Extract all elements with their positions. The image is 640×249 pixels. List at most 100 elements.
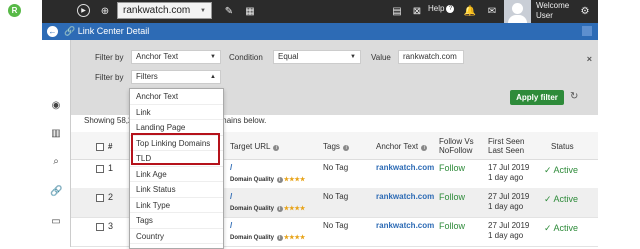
gear-icon[interactable]: ⚙ — [578, 4, 592, 18]
col-status[interactable]: Status — [551, 142, 574, 151]
rating-stars: ★★★★ — [283, 177, 306, 183]
first-seen-date: 27 Jul 2019 — [488, 192, 530, 201]
domain-select-value: rankwatch.com — [123, 5, 191, 16]
bell-icon[interactable]: 🔔 — [463, 4, 477, 18]
condition-select[interactable]: Equal ▼ — [273, 50, 361, 64]
follow-value: Follow — [439, 192, 466, 202]
refresh-icon[interactable]: ↻ — [570, 91, 578, 102]
col-follow[interactable]: Follow Vs NoFollow — [439, 137, 474, 155]
close-box-icon[interactable]: ⊠ — [410, 4, 424, 18]
globe-icon[interactable]: ⊕ — [98, 4, 112, 18]
info-icon: i — [421, 145, 428, 151]
filters-select-value: Filters — [136, 72, 158, 81]
results-summary-left: Showing 58,2 — [84, 116, 133, 125]
col-anchor-text[interactable]: Anchor Text i — [376, 142, 428, 151]
info-icon: i — [276, 206, 283, 212]
anchor-text-link[interactable]: rankwatch.com — [376, 163, 434, 172]
dropdown-option[interactable]: Country — [130, 229, 223, 244]
mail-icon[interactable]: ✉ — [485, 4, 499, 18]
value-label: Value — [371, 53, 391, 62]
chevron-up-icon: ▲ — [210, 74, 216, 80]
app-logo: R — [8, 4, 21, 17]
back-arrow-icon[interactable]: ← — [47, 26, 58, 37]
highlight-box — [131, 133, 220, 165]
col-seen-line2: Last Seen — [488, 146, 525, 155]
row-checkbox[interactable] — [96, 165, 104, 173]
col-target-url[interactable]: Target URL i — [230, 142, 280, 151]
status-text: Active — [553, 194, 579, 204]
keyboard-icon[interactable]: ▭ — [50, 216, 62, 228]
status-badge: ✓ Active — [544, 194, 579, 204]
col-seen-line1: First Seen — [488, 137, 525, 146]
help-label: Help — [428, 4, 445, 13]
anchor-text-link[interactable]: rankwatch.com — [376, 192, 434, 201]
row-checkbox[interactable] — [96, 223, 104, 231]
panel-toggle-icon[interactable] — [582, 26, 592, 36]
target-url-link[interactable]: / — [230, 192, 232, 201]
col-number: # — [108, 142, 113, 151]
dropdown-option[interactable]: Link — [130, 105, 223, 120]
target-url-link[interactable]: / — [230, 163, 232, 172]
value-input[interactable]: rankwatch.com — [398, 50, 464, 64]
link-icon[interactable]: 🔗 — [50, 186, 62, 198]
col-follow-line2: NoFollow — [439, 146, 473, 155]
info-icon: i — [276, 177, 283, 183]
domain-quality: Domain Quality i ★★★★ — [230, 176, 305, 183]
status-text: Active — [553, 165, 579, 175]
bar-chart-icon[interactable]: ▥ — [50, 128, 62, 140]
condition-label: Condition — [229, 53, 263, 62]
rating-stars: ★★★★ — [283, 206, 306, 212]
search-icon[interactable]: ⌕ — [50, 156, 62, 168]
last-seen-ago: 1 day ago — [488, 202, 524, 211]
row-number: 2 — [108, 192, 114, 202]
filter-by-select[interactable]: Anchor Text ▼ — [131, 50, 221, 64]
welcome-text[interactable]: Welcome User — [536, 1, 569, 21]
domain-quality-label: Domain Quality — [230, 206, 275, 212]
last-seen-ago: 1 day ago — [488, 231, 524, 240]
filter-options-dropdown: Anchor Text Link Landing Page Top Linkin… — [129, 88, 224, 249]
chevron-down-icon: ▼ — [200, 8, 206, 14]
row-number: 1 — [108, 163, 114, 173]
select-all-checkbox[interactable] — [96, 143, 104, 151]
info-icon: i — [273, 145, 280, 151]
dropdown-option[interactable]: Anchor Text — [130, 89, 223, 105]
top-bar: R ▶ ⊕ rankwatch.com ▼ ✎ ▦ ▤ ⊠ Help ? 🔔 ✉… — [8, 0, 598, 23]
col-tags[interactable]: Tags i — [323, 142, 350, 151]
question-icon: ? — [446, 4, 455, 13]
follow-value: Follow — [439, 163, 466, 173]
welcome-line: Welcome — [536, 1, 570, 10]
dropdown-option[interactable]: Tags — [130, 213, 223, 229]
tag-value: No Tag — [323, 192, 349, 201]
rating-stars: ★★★★ — [283, 235, 306, 241]
follow-value: Follow — [439, 221, 466, 231]
globe-icon[interactable]: ◉ — [50, 100, 62, 112]
filter-by-label: Filter by — [95, 53, 124, 62]
link-icon: 🔗 — [64, 26, 76, 36]
tag-value: No Tag — [323, 163, 349, 172]
page-title-bar: ← 🔗 Link Center Detail — [42, 23, 598, 40]
dropdown-option[interactable]: Link Status — [130, 182, 223, 198]
edit-icon[interactable]: ✎ — [222, 4, 236, 18]
document-icon[interactable]: ▤ — [390, 4, 404, 18]
page-title-text: Link Center Detail — [77, 26, 150, 36]
anchor-text-link[interactable]: rankwatch.com — [376, 221, 434, 230]
close-icon[interactable]: × — [587, 54, 592, 64]
domain-select[interactable]: rankwatch.com ▼ — [117, 2, 212, 19]
col-follow-line1: Follow Vs — [439, 137, 474, 146]
chevron-down-icon: ▼ — [350, 54, 356, 60]
avatar[interactable] — [504, 0, 531, 23]
filters-select[interactable]: Filters ▲ — [131, 70, 221, 84]
help-link[interactable]: Help ? — [428, 4, 455, 13]
row-checkbox[interactable] — [96, 194, 104, 202]
col-anchor-text-label: Anchor Text — [376, 142, 419, 151]
dropdown-option[interactable]: Link Type — [130, 198, 223, 213]
play-circle-icon[interactable]: ▶ — [77, 4, 90, 17]
col-tags-label: Tags — [323, 142, 340, 151]
dropdown-option[interactable]: Link Age — [130, 167, 223, 182]
status-badge: ✓ Active — [544, 165, 579, 175]
target-url-link[interactable]: / — [230, 221, 232, 230]
apply-filter-button[interactable]: Apply filter — [510, 90, 564, 105]
calendar-icon[interactable]: ▦ — [243, 4, 257, 18]
col-seen[interactable]: First Seen Last Seen — [488, 137, 524, 155]
info-icon: i — [276, 235, 283, 241]
